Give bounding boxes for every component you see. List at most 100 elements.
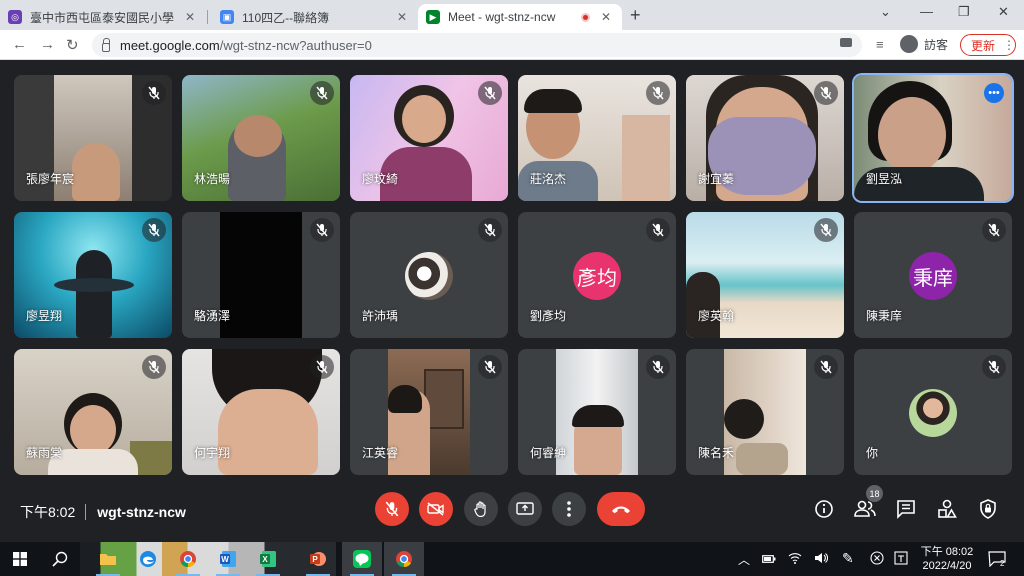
- participant-tile[interactable]: 陳名禾: [686, 349, 844, 475]
- update-button[interactable]: 更新 ⋮: [960, 34, 1016, 56]
- system-clock[interactable]: 下午 08:02 2022/4/20: [918, 545, 976, 573]
- participant-name: 莊洺杰: [530, 172, 567, 186]
- excel-icon[interactable]: X: [248, 542, 288, 576]
- show-hidden-icons-icon[interactable]: ︿: [738, 551, 750, 568]
- media-control-icon[interactable]: ≡: [876, 37, 884, 52]
- participant-tile[interactable]: 許沛瑀: [350, 212, 508, 338]
- participant-tile[interactable]: 謝宜蓁: [686, 75, 844, 201]
- people-icon: [854, 500, 876, 517]
- present-now-button[interactable]: [508, 492, 542, 526]
- participant-name: 你: [866, 446, 879, 460]
- file-explorer-icon[interactable]: [88, 542, 128, 576]
- host-controls-button[interactable]: [976, 497, 1000, 521]
- battery-icon[interactable]: [762, 553, 776, 567]
- avatar-photo-icon: [405, 252, 453, 300]
- line-app-icon[interactable]: [342, 542, 382, 576]
- chrome-active-icon[interactable]: [384, 542, 424, 576]
- new-tab-button[interactable]: +: [630, 5, 641, 26]
- url-text: meet.google.com/wgt-stnz-ncw?authuser=0: [120, 37, 372, 53]
- mic-muted-icon: [646, 355, 670, 379]
- participant-name: 何宇翔: [194, 446, 231, 460]
- raise-hand-icon: [474, 501, 486, 517]
- menu-dots-icon: ⋮: [1003, 38, 1015, 52]
- camera-in-use-icon[interactable]: [840, 38, 852, 47]
- browser-toolbar: ← → ↻ meet.google.com/wgt-stnz-ncw?authu…: [0, 30, 1024, 60]
- tab-meet[interactable]: ▶ Meet - wgt-stnz-ncw ✕: [418, 4, 622, 30]
- chrome-icon[interactable]: [168, 542, 208, 576]
- activities-button[interactable]: [935, 497, 959, 521]
- back-icon[interactable]: ←: [12, 36, 27, 53]
- participant-tile[interactable]: 何睿紳: [518, 349, 676, 475]
- raise-hand-button[interactable]: [464, 492, 498, 526]
- leave-call-button[interactable]: [597, 492, 645, 526]
- mic-muted-icon: [646, 218, 670, 242]
- forward-icon[interactable]: →: [40, 36, 55, 53]
- more-options-icon: [567, 501, 571, 517]
- host-controls-icon: [980, 499, 996, 519]
- close-tab-icon[interactable]: ✕: [394, 10, 410, 24]
- present-icon: [516, 502, 534, 515]
- video-frame: [72, 143, 120, 201]
- participant-name: 廖玟綺: [362, 172, 399, 186]
- participant-tile-speaking[interactable]: ••• 劉昱泓: [854, 75, 1012, 201]
- participant-tile[interactable]: 張廖年宸: [14, 75, 172, 201]
- tab-contact-book[interactable]: ▣ 110四乙--聯絡簿 ✕: [212, 4, 418, 30]
- participant-tile[interactable]: 江英睿: [350, 349, 508, 475]
- edge-icon[interactable]: [128, 542, 168, 576]
- close-window-icon[interactable]: ✕: [998, 4, 1009, 20]
- meeting-details-button[interactable]: [812, 497, 836, 521]
- camera-toggle-button[interactable]: [419, 492, 453, 526]
- tab-title: 110四乙--聯絡簿: [242, 10, 330, 25]
- close-circle-icon[interactable]: [870, 551, 884, 568]
- participant-name: 廖英翰: [698, 309, 735, 323]
- input-method-icon[interactable]: [894, 551, 908, 568]
- restore-icon[interactable]: ❐: [958, 4, 970, 20]
- tab-school[interactable]: ◎ 臺中市西屯區泰安國民小學 ✕: [0, 4, 206, 30]
- participant-tile[interactable]: 秉庠 陳秉庠: [854, 212, 1012, 338]
- participant-tile[interactable]: 廖英翰: [686, 212, 844, 338]
- participant-name: 廖昱翔: [26, 309, 63, 323]
- more-options-icon[interactable]: •••: [984, 83, 1004, 103]
- powerpoint-icon[interactable]: P: [298, 542, 338, 576]
- participant-tile-self[interactable]: 你: [854, 349, 1012, 475]
- word-icon[interactable]: W: [208, 542, 248, 576]
- pen-workspace-icon[interactable]: ✎: [842, 550, 854, 567]
- participant-tile[interactable]: 林浩暘: [182, 75, 340, 201]
- more-options-button[interactable]: [552, 492, 586, 526]
- participant-tile[interactable]: 彥均 劉彥均: [518, 212, 676, 338]
- mic-muted-icon: [142, 218, 166, 242]
- self-avatar-photo-icon: [909, 389, 957, 437]
- participant-tile[interactable]: 廖昱翔: [14, 212, 172, 338]
- mic-muted-icon: [646, 81, 670, 105]
- minimize-icon[interactable]: —: [920, 4, 933, 19]
- video-frame: [622, 115, 670, 201]
- participant-tile[interactable]: 廖玟綺: [350, 75, 508, 201]
- wifi-icon[interactable]: [788, 551, 802, 568]
- participant-tile[interactable]: 何宇翔: [182, 349, 340, 475]
- camera-off-icon: [427, 502, 444, 516]
- close-tab-icon[interactable]: ✕: [182, 10, 198, 24]
- tab-search-icon[interactable]: ⌄: [880, 4, 891, 20]
- reload-icon[interactable]: ↻: [66, 36, 79, 54]
- participant-tile[interactable]: 莊洺杰: [518, 75, 676, 201]
- video-frame: [76, 250, 112, 338]
- profile-button[interactable]: 訪客: [900, 35, 948, 53]
- participant-name: 劉彥均: [530, 309, 567, 323]
- microphone-toggle-button[interactable]: [375, 492, 409, 526]
- search-icon[interactable]: [40, 542, 80, 576]
- participant-name: 何睿紳: [530, 446, 567, 460]
- windows-start-icon[interactable]: [0, 542, 40, 576]
- video-frame: [686, 272, 720, 338]
- meeting-details: 下午8:02 wgt-stnz-ncw: [20, 502, 186, 522]
- volume-icon[interactable]: [814, 551, 828, 568]
- participant-tile[interactable]: 駱湧澤: [182, 212, 340, 338]
- notification-center-icon[interactable]: 2: [988, 551, 1006, 572]
- participant-tile[interactable]: 蘇雨棠: [14, 349, 172, 475]
- avatar-initials: 彥均: [573, 252, 621, 300]
- address-bar[interactable]: meet.google.com/wgt-stnz-ncw?authuser=0: [92, 33, 862, 57]
- avatar-initials: 秉庠: [909, 252, 957, 300]
- close-tab-icon[interactable]: ✕: [598, 10, 614, 24]
- participant-name: 許沛瑀: [362, 309, 399, 323]
- video-frame: [54, 278, 134, 292]
- chat-button[interactable]: [894, 497, 918, 521]
